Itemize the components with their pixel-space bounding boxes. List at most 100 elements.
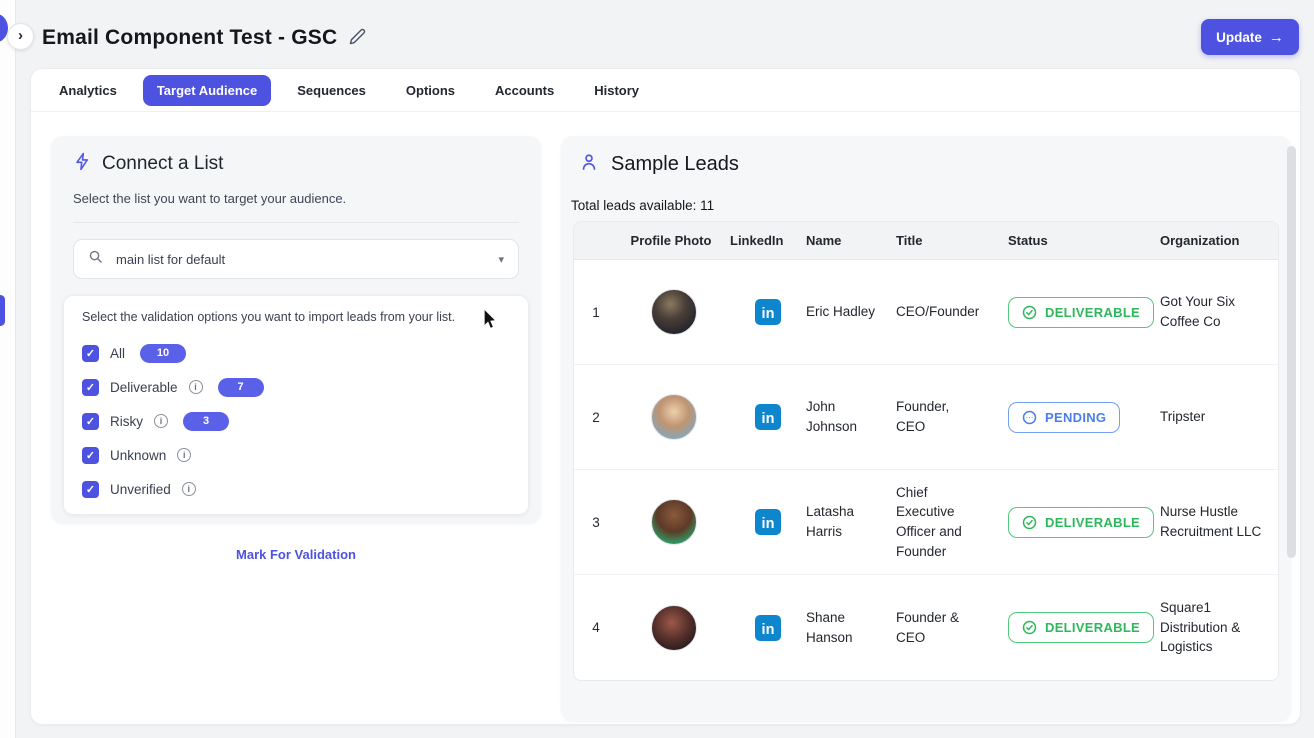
status-badge: PENDING: [1008, 402, 1120, 433]
column-status: Status: [1008, 233, 1160, 248]
info-icon[interactable]: i: [177, 448, 191, 462]
pencil-icon: [349, 28, 366, 48]
list-select[interactable]: main list for default ▾: [73, 239, 519, 279]
info-icon[interactable]: i: [182, 482, 196, 496]
page-header: Email Component Test - GSC: [42, 26, 366, 50]
tab-content: Connect a List Select the list you want …: [31, 112, 1300, 724]
lead-name: Shane Hanson: [806, 608, 896, 647]
lead-title: Chief Executive Officer and Founder: [896, 483, 1008, 561]
lead-title: CEO/Founder: [896, 302, 1008, 322]
column-linkedin: LinkedIn: [730, 233, 806, 248]
count-badge-all: 10: [140, 344, 186, 363]
update-button[interactable]: Update →: [1201, 19, 1299, 55]
connect-list-header: Connect a List: [73, 152, 519, 176]
lead-organization: Tripster: [1160, 407, 1278, 427]
table-header-row: Profile Photo LinkedIn Name Title Status…: [574, 222, 1278, 260]
lead-name: Latasha Harris: [806, 502, 896, 541]
search-icon: [88, 249, 103, 269]
status-badge: DELIVERABLE: [1008, 297, 1154, 328]
info-icon[interactable]: i: [154, 414, 168, 428]
check-circle-icon: [1022, 620, 1037, 635]
validation-option-all: ✓ All 10: [82, 336, 510, 370]
sidebar-expand-button[interactable]: ›: [7, 23, 34, 50]
connect-list-subtitle: Select the list you want to target your …: [73, 191, 519, 206]
lead-title: Founder, CEO: [896, 397, 1008, 436]
lightning-icon: [73, 152, 92, 176]
table-row: 4 in Shane Hanson Founder & CEO DELIVERA…: [574, 575, 1278, 680]
tab-accounts[interactable]: Accounts: [481, 75, 568, 106]
check-icon: ✓: [86, 483, 95, 496]
linkedin-icon[interactable]: in: [755, 404, 781, 430]
checkbox-unverified[interactable]: ✓: [82, 481, 99, 498]
divider: [73, 222, 519, 223]
check-circle-icon: [1022, 515, 1037, 530]
lead-organization: Nurse Hustle Recruitment LLC: [1160, 502, 1278, 541]
vertical-scrollbar[interactable]: [1287, 146, 1296, 558]
caret-down-icon: ▾: [498, 253, 504, 266]
avatar: [651, 394, 697, 440]
page-title: Email Component Test - GSC: [42, 26, 337, 50]
validation-option-risky: ✓ Risky i 3: [82, 404, 510, 438]
avatar: [651, 499, 697, 545]
validation-option-unverified: ✓ Unverified i: [82, 472, 510, 506]
connect-list-title: Connect a List: [102, 153, 223, 175]
status-badge: DELIVERABLE: [1008, 507, 1154, 538]
linkedin-icon[interactable]: in: [755, 615, 781, 641]
leads-table: Profile Photo LinkedIn Name Title Status…: [573, 221, 1279, 681]
tab-sequences[interactable]: Sequences: [283, 75, 380, 106]
check-circle-icon: [1022, 305, 1037, 320]
lead-organization: Square1 Distribution & Logistics: [1160, 598, 1278, 657]
lead-name: Eric Hadley: [806, 302, 896, 322]
tab-options[interactable]: Options: [392, 75, 469, 106]
pending-circle-icon: [1022, 410, 1037, 425]
list-select-value: main list for default: [116, 252, 225, 267]
check-icon: ✓: [86, 449, 95, 462]
sidebar-active-indicator: [0, 295, 5, 326]
tab-history[interactable]: History: [580, 75, 653, 106]
campaign-card: Analytics Target Audience Sequences Opti…: [30, 68, 1301, 725]
count-badge-deliverable: 7: [218, 378, 264, 397]
arrow-right-icon: →: [1269, 29, 1284, 46]
checkbox-all[interactable]: ✓: [82, 345, 99, 362]
collapsed-sidebar: [0, 0, 16, 738]
checkbox-deliverable[interactable]: ✓: [82, 379, 99, 396]
mark-for-validation-link[interactable]: Mark For Validation: [51, 547, 541, 562]
edit-title-button[interactable]: [349, 28, 366, 48]
sample-leads-panel: Sample Leads Total leads available: 11 P…: [561, 136, 1291, 721]
table-row: 3 in Latasha Harris Chief Executive Offi…: [574, 470, 1278, 575]
validation-options: ✓ All 10 ✓ Deliverable i 7 ✓ Risky i: [82, 336, 510, 506]
linkedin-icon[interactable]: in: [755, 509, 781, 535]
status-badge: DELIVERABLE: [1008, 612, 1154, 643]
tab-analytics[interactable]: Analytics: [45, 75, 131, 106]
validation-options-card: Select the validation options you want t…: [63, 295, 529, 515]
chevron-right-icon: ›: [18, 27, 23, 44]
lead-name: John Johnson: [806, 397, 896, 436]
lead-organization: Got Your Six Coffee Co: [1160, 292, 1278, 331]
check-icon: ✓: [86, 347, 95, 360]
column-title: Title: [896, 233, 1008, 248]
validation-option-unknown: ✓ Unknown i: [82, 438, 510, 472]
checkbox-risky[interactable]: ✓: [82, 413, 99, 430]
sample-leads-header: Sample Leads: [561, 136, 1291, 177]
avatar: [651, 289, 697, 335]
validation-instruction: Select the validation options you want t…: [82, 310, 510, 324]
linkedin-icon[interactable]: in: [755, 299, 781, 325]
tab-target-audience[interactable]: Target Audience: [143, 75, 271, 106]
sample-leads-title: Sample Leads: [611, 153, 739, 176]
avatar: [651, 605, 697, 651]
validation-option-deliverable: ✓ Deliverable i 7: [82, 370, 510, 404]
column-organization: Organization: [1160, 233, 1278, 248]
table-row: 1 in Eric Hadley CEO/Founder DELIVERABLE…: [574, 260, 1278, 365]
total-leads-label: Total leads available: 11: [571, 198, 1291, 213]
person-icon: [579, 152, 599, 177]
table-row: 2 in John Johnson Founder, CEO PENDING T…: [574, 365, 1278, 470]
connect-list-panel: Connect a List Select the list you want …: [51, 136, 541, 523]
check-icon: ✓: [86, 381, 95, 394]
checkbox-unknown[interactable]: ✓: [82, 447, 99, 464]
lead-title: Founder & CEO: [896, 608, 1008, 647]
column-profile-photo: Profile Photo: [618, 233, 730, 248]
check-icon: ✓: [86, 415, 95, 428]
count-badge-risky: 3: [183, 412, 229, 431]
info-icon[interactable]: i: [189, 380, 203, 394]
column-name: Name: [806, 233, 896, 248]
